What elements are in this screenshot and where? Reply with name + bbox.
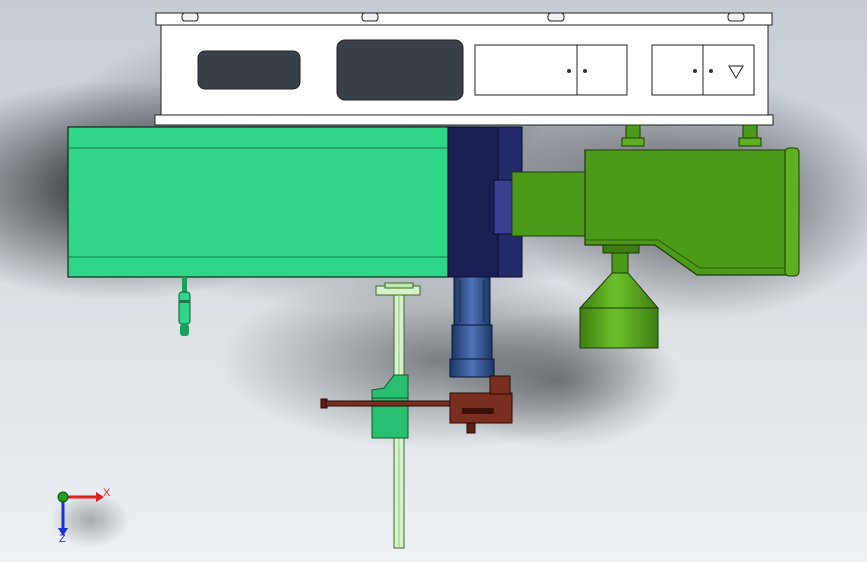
vertical-motor[interactable] [449,276,495,378]
drive-shaft [511,171,589,237]
frame-window-left [197,50,301,90]
frame-panel-1 [474,44,628,96]
cad-viewport[interactable]: X Z [0,0,867,562]
y-axis-dot [57,491,69,503]
top-frame[interactable] [154,12,774,126]
cylinder-body[interactable] [67,126,449,278]
x-axis-label: X [103,487,111,499]
frame-window-center [336,39,464,101]
model-canvas[interactable]: X Z [0,0,867,562]
motor-flange[interactable] [447,126,523,278]
z-axis-label: Z [59,533,66,545]
